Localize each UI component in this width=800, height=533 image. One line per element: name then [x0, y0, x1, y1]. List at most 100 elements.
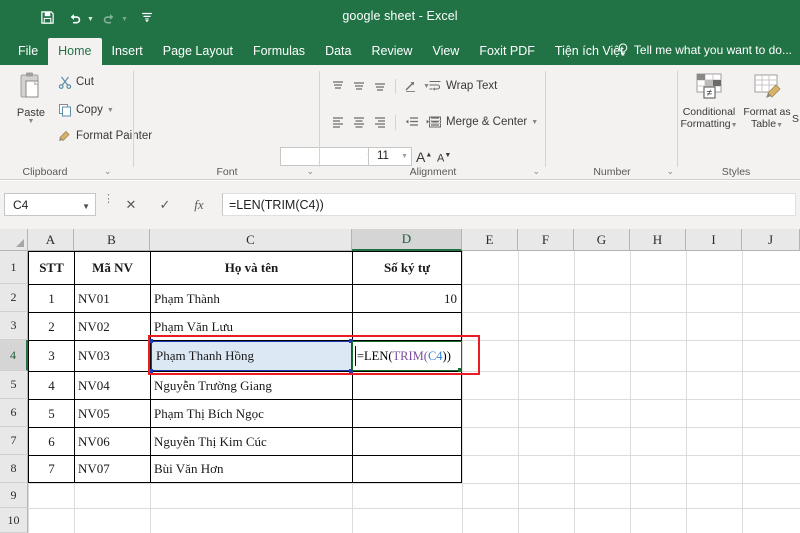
ribbon-group-alignment: ▼ Wrap Text Merge & Center ▼ Alignment ⌄: [320, 65, 546, 180]
cell-c7[interactable]: Nguyễn Thị Kim Cúc: [154, 428, 352, 455]
copy-button[interactable]: Copy ▼: [58, 103, 114, 117]
row-header-4[interactable]: 4: [0, 340, 28, 371]
decrease-indent-button[interactable]: [402, 113, 421, 131]
cut-label: Cut: [76, 76, 94, 88]
cell-a3[interactable]: 2: [29, 313, 74, 340]
column-header-j[interactable]: J: [742, 229, 800, 251]
column-header-e[interactable]: E: [462, 229, 518, 251]
cell-a6[interactable]: 5: [29, 400, 74, 427]
row-header-8[interactable]: 8: [0, 455, 28, 483]
align-top-button[interactable]: [328, 77, 347, 95]
format-as-table-button[interactable]: Format as Table▼: [738, 71, 796, 132]
column-header-f[interactable]: F: [518, 229, 574, 251]
column-header-d[interactable]: D: [352, 229, 462, 251]
cell-a4[interactable]: 3: [29, 341, 74, 371]
formula-input[interactable]: =LEN(TRIM(C4)): [222, 193, 796, 216]
wrap-text-button[interactable]: Wrap Text: [428, 79, 497, 93]
row-header-1[interactable]: 1: [0, 251, 28, 284]
font-dialog-launcher[interactable]: ⌄: [306, 166, 314, 177]
column-header-b[interactable]: B: [74, 229, 150, 251]
format-as-table-caret[interactable]: ▼: [776, 122, 783, 129]
cell-b5[interactable]: NV04: [78, 372, 150, 399]
align-right-button[interactable]: [370, 113, 389, 131]
tab-view[interactable]: View: [422, 38, 469, 65]
align-middle-button[interactable]: [349, 77, 368, 95]
tab-file[interactable]: File: [8, 38, 48, 65]
alignment-dialog-launcher[interactable]: ⌄: [532, 166, 540, 177]
column-header-g[interactable]: G: [574, 229, 630, 251]
cell-b4[interactable]: NV03: [78, 341, 150, 371]
cell-c6[interactable]: Phạm Thị Bích Ngọc: [154, 400, 352, 427]
divider: [395, 115, 396, 130]
cell-d7[interactable]: [353, 428, 457, 455]
row-header-7[interactable]: 7: [0, 427, 28, 455]
row-header-3[interactable]: 3: [0, 312, 28, 340]
merge-center-button[interactable]: Merge & Center ▼: [428, 115, 538, 129]
cell-b1[interactable]: Mã NV: [75, 252, 150, 284]
tab-data[interactable]: Data: [315, 38, 361, 65]
tell-me-box[interactable]: Tell me what you want to do...: [617, 43, 792, 57]
cell-b3[interactable]: NV02: [78, 313, 150, 340]
tab-review[interactable]: Review: [361, 38, 422, 65]
enter-formula-button[interactable]: ✓: [152, 193, 178, 216]
cell-c8[interactable]: Bùi Văn Hơn: [154, 456, 352, 482]
insert-function-button[interactable]: fx: [186, 193, 212, 216]
paste-dropdown-caret[interactable]: ▼: [8, 118, 54, 125]
cell-a1[interactable]: STT: [29, 252, 74, 284]
cell-b7[interactable]: NV06: [78, 428, 150, 455]
select-all-corner[interactable]: [0, 229, 28, 251]
cut-button[interactable]: Cut: [58, 75, 94, 89]
row-header-10[interactable]: 10: [0, 508, 28, 533]
column-header-h[interactable]: H: [630, 229, 686, 251]
tab-foxit-pdf[interactable]: Foxit PDF: [469, 38, 545, 65]
cell-c2[interactable]: Phạm Thành: [154, 285, 352, 312]
styles-group-label: Styles: [678, 166, 794, 178]
column-header-c[interactable]: C: [150, 229, 352, 251]
cell-a5[interactable]: 4: [29, 372, 74, 399]
cell-d6[interactable]: [353, 400, 457, 427]
column-header-a[interactable]: A: [28, 229, 74, 251]
align-center-button[interactable]: [349, 113, 368, 131]
conditional-formatting-icon: ≠: [693, 71, 725, 103]
tab-formulas[interactable]: Formulas: [243, 38, 315, 65]
cell-d2[interactable]: 10: [353, 285, 457, 312]
tab-page-layout[interactable]: Page Layout: [153, 38, 243, 65]
formula-bar-grip[interactable]: ⋮: [103, 197, 114, 202]
row-header-6[interactable]: 6: [0, 399, 28, 427]
tab-insert[interactable]: Insert: [102, 38, 153, 65]
name-box-dropdown-caret[interactable]: ▼: [82, 202, 90, 211]
cell-c1[interactable]: Họ và tên: [151, 252, 352, 284]
column-header-i[interactable]: I: [686, 229, 742, 251]
tab-home[interactable]: Home: [48, 38, 101, 65]
row-header-2[interactable]: 2: [0, 284, 28, 312]
divider: [395, 79, 396, 94]
cell-a2[interactable]: 1: [29, 285, 74, 312]
cell-d8[interactable]: [353, 456, 457, 482]
number-dialog-launcher[interactable]: ⌄: [666, 166, 674, 177]
paste-button[interactable]: Paste ▼: [8, 71, 54, 125]
orientation-button[interactable]: [402, 77, 421, 95]
name-box[interactable]: C4 ▼: [4, 193, 96, 216]
gridline: [462, 371, 800, 372]
clipboard-dialog-launcher[interactable]: ⌄: [104, 166, 112, 177]
spreadsheet-grid: A B C D E F G H I J 1 2 3 4 5 6 7 8 9 10: [0, 229, 800, 533]
copy-dropdown-caret[interactable]: ▼: [107, 107, 114, 114]
cell-d1[interactable]: Số ký tự: [353, 252, 461, 284]
cell-styles-button[interactable]: S: [792, 113, 800, 125]
merge-center-dropdown-caret[interactable]: ▼: [531, 119, 538, 126]
cell-b2[interactable]: NV01: [78, 285, 150, 312]
cell-a7[interactable]: 6: [29, 428, 74, 455]
cell-b6[interactable]: NV05: [78, 400, 150, 427]
cell-a8[interactable]: 7: [29, 456, 74, 482]
align-bottom-button[interactable]: [370, 77, 389, 95]
gridline: [462, 427, 800, 428]
conditional-formatting-button[interactable]: ≠ Conditional Formatting▼: [680, 71, 738, 132]
cancel-formula-button[interactable]: ✕: [118, 193, 144, 216]
cell-c5[interactable]: Nguyễn Trường Giang: [154, 372, 352, 399]
align-left-button[interactable]: [328, 113, 347, 131]
row-header-9[interactable]: 9: [0, 483, 28, 508]
conditional-formatting-caret[interactable]: ▼: [731, 122, 738, 129]
cell-b8[interactable]: NV07: [78, 456, 150, 482]
row-header-5[interactable]: 5: [0, 371, 28, 399]
cell-d5[interactable]: [353, 372, 457, 399]
